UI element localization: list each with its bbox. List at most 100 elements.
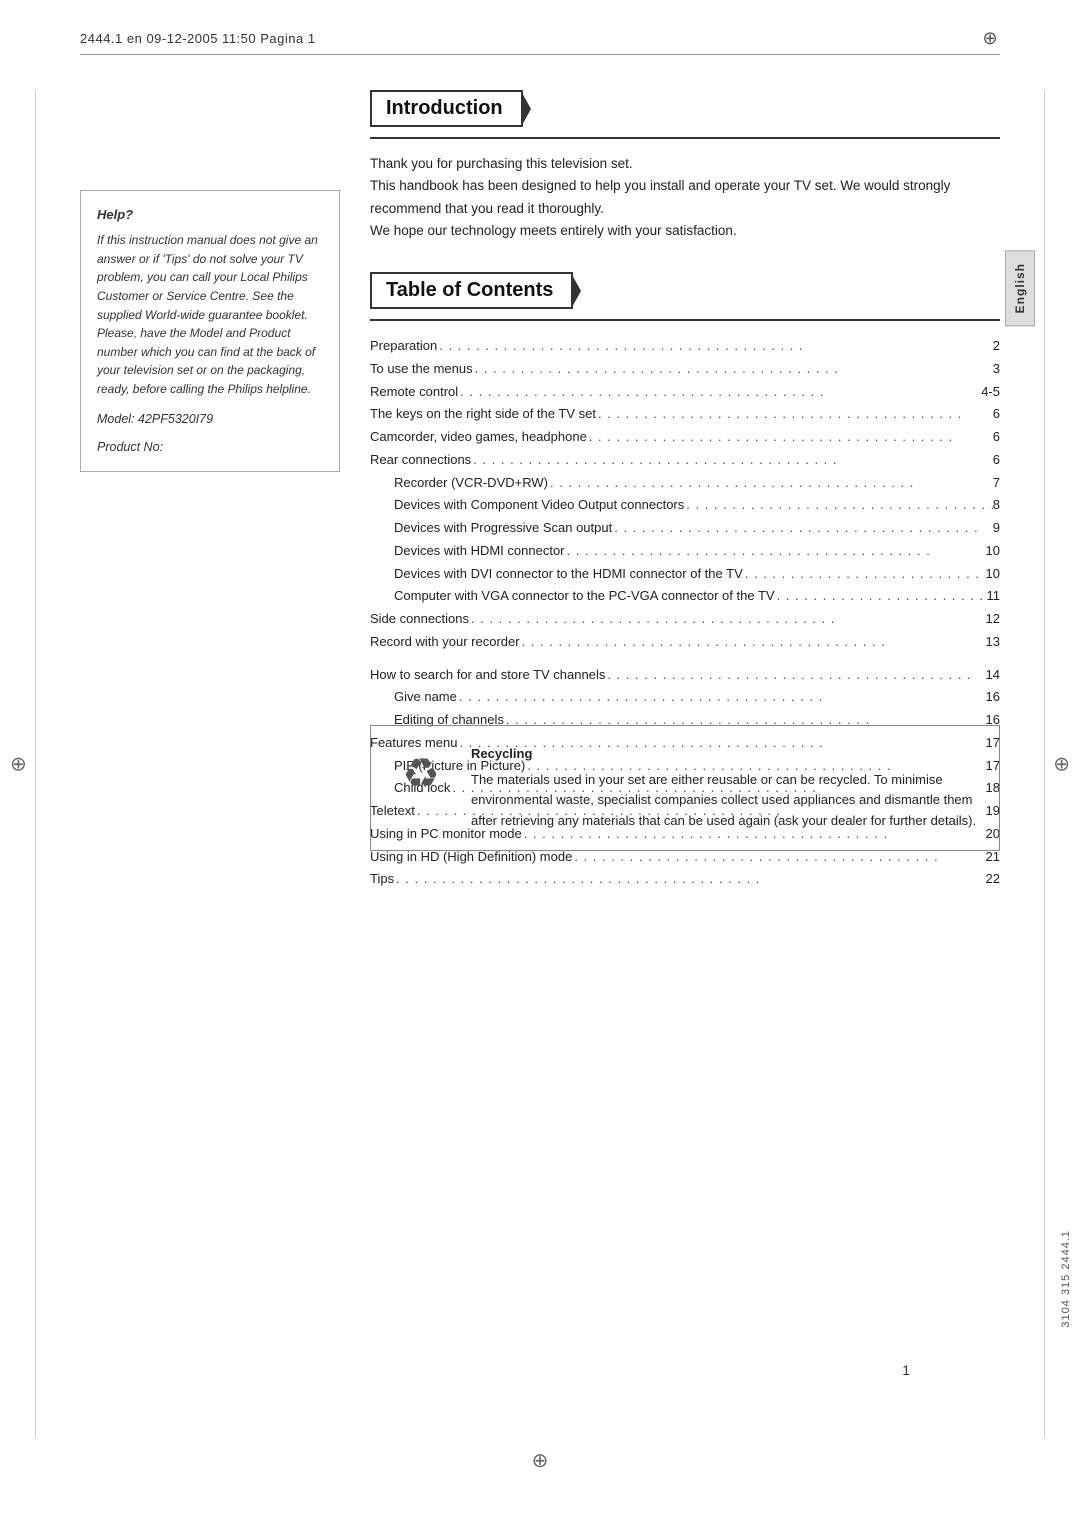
intro-divider <box>370 137 1000 139</box>
introduction-section: Introduction Thank you for purchasing th… <box>370 90 1000 242</box>
toc-dots: . . . . . . . . . . . . . . . . . . . . … <box>743 563 986 586</box>
introduction-heading: Introduction <box>370 90 523 127</box>
toc-dots: . . . . . . . . . . . . . . . . . . . . … <box>775 585 987 608</box>
toc-dots: . . . . . . . . . . . . . . . . . . . . … <box>458 381 981 404</box>
toc-entry: Camcorder, video games, headphone . . . … <box>370 426 1000 449</box>
product-line: Product No: <box>97 438 323 457</box>
help-body: If this instruction manual does not give… <box>97 231 323 398</box>
toc-page: 2 <box>993 335 1000 358</box>
model-value: 42PF5320I79 <box>138 412 213 426</box>
header-bar: 2444.1 en 09-12-2005 11:50 Pagina 1 <box>80 28 1000 55</box>
toc-entry: Record with your recorder . . . . . . . … <box>370 631 1000 654</box>
toc-page: 14 <box>986 664 1000 687</box>
model-label: Model: <box>97 412 135 426</box>
toc-dots: . . . . . . . . . . . . . . . . . . . . … <box>473 358 993 381</box>
toc-entry: Give name . . . . . . . . . . . . . . . … <box>370 686 1000 709</box>
toc-entry: Side connections . . . . . . . . . . . .… <box>370 608 1000 631</box>
toc-dots: . . . . . . . . . . . . . . . . . . . . … <box>605 664 985 687</box>
toc-page: 8 <box>993 494 1000 517</box>
toc-entry: The keys on the right side of the TV set… <box>370 403 1000 426</box>
toc-dots: . . . . . . . . . . . . . . . . . . . . … <box>437 335 993 358</box>
toc-dots: . . . . . . . . . . . . . . . . . . . . … <box>520 631 986 654</box>
toc-dots: . . . . . . . . . . . . . . . . . . . . … <box>394 868 985 891</box>
toc-dots: . . . . . . . . . . . . . . . . . . . . … <box>684 494 993 517</box>
right-edge-text: 3104 315 2444.1 <box>1060 1230 1072 1328</box>
left-column: Help? If this instruction manual does no… <box>80 190 340 472</box>
toc-dots: . . . . . . . . . . . . . . . . . . . . … <box>596 403 993 426</box>
intro-p2: This handbook has been designed to help … <box>370 175 1000 220</box>
toc-label: Rear connections <box>370 449 471 472</box>
toc-dots: . . . . . . . . . . . . . . . . . . . . … <box>469 608 986 631</box>
toc-label: Devices with HDMI connector <box>394 540 565 563</box>
toc-entry: Remote control . . . . . . . . . . . . .… <box>370 381 1000 404</box>
recycling-body: The materials used in your set are eithe… <box>471 770 979 832</box>
toc-entry: Computer with VGA connector to the PC-VG… <box>370 585 1000 608</box>
toc-label: Side connections <box>370 608 469 631</box>
toc-label: Devices with Component Video Output conn… <box>394 494 684 517</box>
content-area: Help? If this instruction manual does no… <box>80 90 1000 1438</box>
toc-entry: Rear connections . . . . . . . . . . . .… <box>370 449 1000 472</box>
toc-page: 11 <box>987 585 1001 608</box>
toc-page: 16 <box>986 686 1000 709</box>
toc-label: Computer with VGA connector to the PC-VG… <box>394 585 775 608</box>
side-line-left <box>35 90 36 1438</box>
toc-label: Remote control <box>370 381 458 404</box>
toc-entry: Devices with HDMI connector . . . . . . … <box>370 540 1000 563</box>
crosshair-right: ⊕ <box>1053 752 1070 777</box>
toc-label: How to search for and store TV channels <box>370 664 605 687</box>
toc-label: To use the menus <box>370 358 473 381</box>
toc-page: 7 <box>993 472 1000 495</box>
toc-entry: How to search for and store TV channels … <box>370 664 1000 687</box>
toc-label: Preparation <box>370 335 437 358</box>
toc-page: 10 <box>986 540 1000 563</box>
toc-entry: To use the menus . . . . . . . . . . . .… <box>370 358 1000 381</box>
crosshair-bottom: ⊕ <box>532 1448 549 1473</box>
toc-dots: . . . . . . . . . . . . . . . . . . . . … <box>457 686 986 709</box>
toc-page: 6 <box>993 449 1000 472</box>
page-number: 1 <box>902 1362 910 1378</box>
toc-label: Give name <box>394 686 457 709</box>
toc-page: 10 <box>986 563 1000 586</box>
side-line-right <box>1044 90 1045 1438</box>
page: ⊕ ⊕ ⊕ 2444.1 en 09-12-2005 11:50 Pagina … <box>0 0 1080 1528</box>
help-box: Help? If this instruction manual does no… <box>80 190 340 472</box>
toc-page: 6 <box>993 426 1000 449</box>
toc-dots: . . . . . . . . . . . . . . . . . . . . … <box>587 426 993 449</box>
crosshair-left: ⊕ <box>10 752 27 777</box>
toc-page: 3 <box>993 358 1000 381</box>
recycling-text: Recycling The materials used in your set… <box>471 744 979 832</box>
toc-entry: Recorder (VCR-DVD+RW) . . . . . . . . . … <box>370 472 1000 495</box>
toc-page: 22 <box>986 868 1000 891</box>
product-label: Product No: <box>97 440 163 454</box>
toc-heading: Table of Contents <box>370 272 573 309</box>
toc-label: Tips <box>370 868 394 891</box>
toc-dots: . . . . . . . . . . . . . . . . . . . . … <box>612 517 993 540</box>
header-crosshair <box>980 28 1000 48</box>
toc-page: 4-5 <box>981 381 1000 404</box>
intro-text: Thank you for purchasing this television… <box>370 153 1000 242</box>
toc-spacer <box>370 654 1000 664</box>
header-text: 2444.1 en 09-12-2005 11:50 Pagina 1 <box>80 31 316 46</box>
toc-entry: Devices with DVI connector to the HDMI c… <box>370 563 1000 586</box>
toc-entry: Devices with Progressive Scan output . .… <box>370 517 1000 540</box>
toc-label: Devices with DVI connector to the HDMI c… <box>394 563 743 586</box>
recycling-title: Recycling <box>471 744 979 765</box>
recycling-section: ♻ Recycling The materials used in your s… <box>370 725 1000 851</box>
toc-dots: . . . . . . . . . . . . . . . . . . . . … <box>548 472 993 495</box>
toc-label: Record with your recorder <box>370 631 520 654</box>
intro-p3: We hope our technology meets entirely wi… <box>370 220 1000 242</box>
toc-entry: Tips . . . . . . . . . . . . . . . . . .… <box>370 868 1000 891</box>
toc-dots: . . . . . . . . . . . . . . . . . . . . … <box>471 449 993 472</box>
toc-label: Devices with Progressive Scan output <box>394 517 612 540</box>
toc-label: Recorder (VCR-DVD+RW) <box>394 472 548 495</box>
model-line: Model: 42PF5320I79 <box>97 410 323 429</box>
toc-page: 12 <box>986 608 1000 631</box>
toc-entry: Preparation . . . . . . . . . . . . . . … <box>370 335 1000 358</box>
intro-p1: Thank you for purchasing this television… <box>370 153 1000 175</box>
toc-page: 9 <box>993 517 1000 540</box>
toc-label: Camcorder, video games, headphone <box>370 426 587 449</box>
toc-divider <box>370 319 1000 321</box>
toc-dots: . . . . . . . . . . . . . . . . . . . . … <box>565 540 986 563</box>
help-title: Help? <box>97 205 323 225</box>
toc-label: The keys on the right side of the TV set <box>370 403 596 426</box>
